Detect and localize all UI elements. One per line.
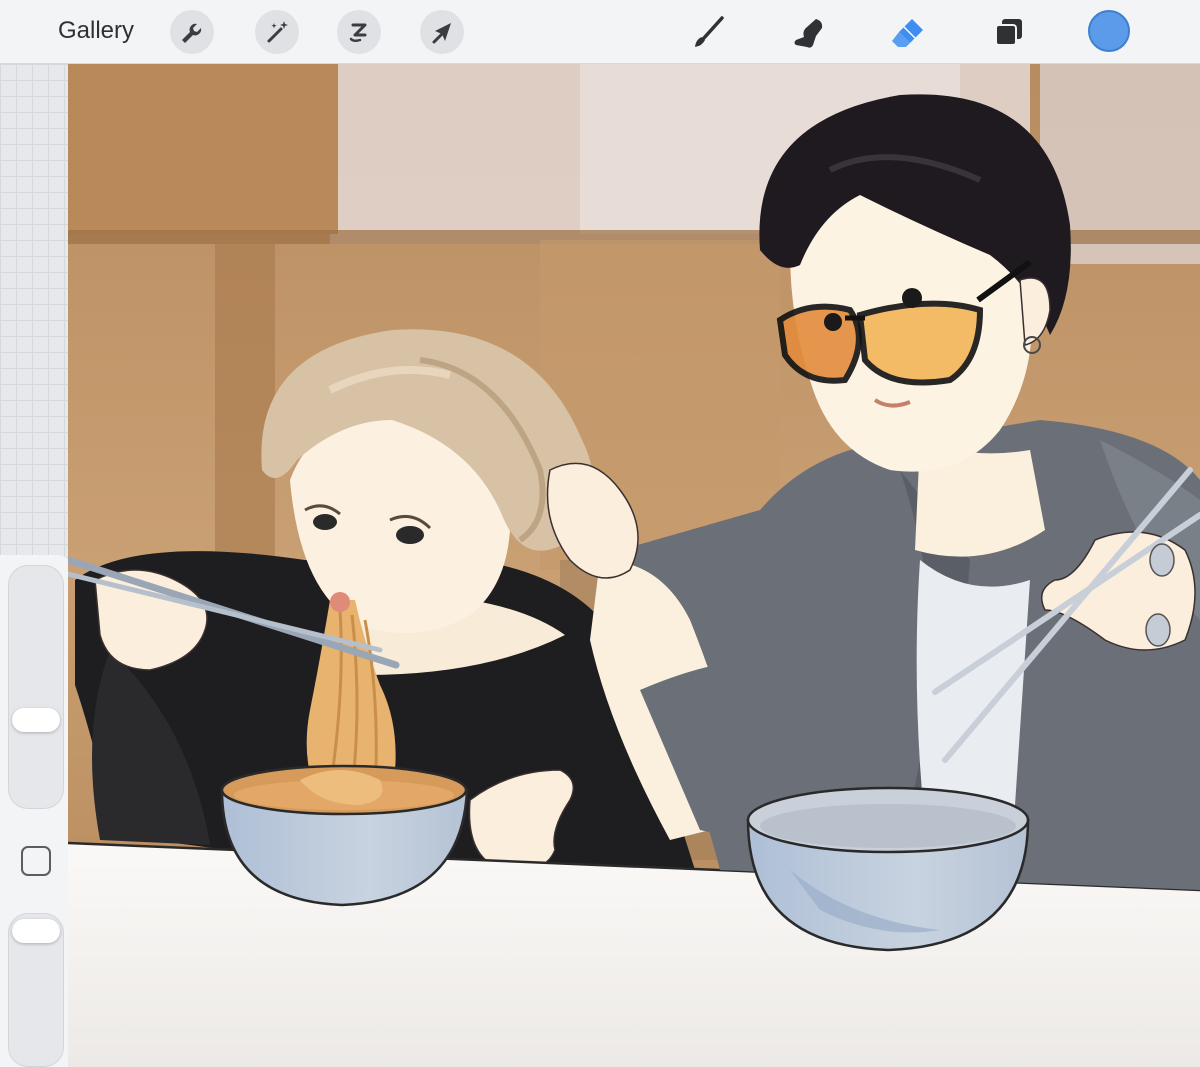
modify-button[interactable] — [21, 846, 51, 876]
gallery-button[interactable]: Gallery — [58, 17, 134, 45]
magic-wand-icon — [267, 21, 288, 43]
brush-size-slider[interactable] — [8, 565, 64, 809]
sidebar-panel — [0, 555, 72, 1067]
artwork-illustration — [68, 64, 1200, 1067]
smudge-button[interactable] — [786, 10, 830, 54]
eraser-icon — [892, 19, 923, 47]
paintbrush-icon — [695, 16, 724, 47]
arrow-cursor-icon — [432, 23, 451, 44]
brush-size-thumb[interactable] — [12, 708, 60, 732]
adjustments-button[interactable] — [255, 10, 299, 54]
brush-button[interactable] — [686, 10, 730, 54]
color-picker-swatch[interactable] — [1088, 10, 1130, 52]
wrench-icon — [182, 23, 202, 43]
eraser-button[interactable] — [886, 10, 930, 54]
drawing-canvas[interactable] — [68, 64, 1200, 1067]
opacity-thumb[interactable] — [12, 919, 60, 943]
smudge-finger-icon — [794, 19, 823, 48]
transform-button[interactable] — [420, 10, 464, 54]
layers-icon — [995, 19, 1022, 46]
layers-button[interactable] — [988, 10, 1032, 54]
selection-button[interactable] — [337, 10, 381, 54]
selection-icon — [349, 23, 367, 43]
actions-button[interactable] — [170, 10, 214, 54]
top-toolbar: Gallery — [0, 0, 1200, 64]
